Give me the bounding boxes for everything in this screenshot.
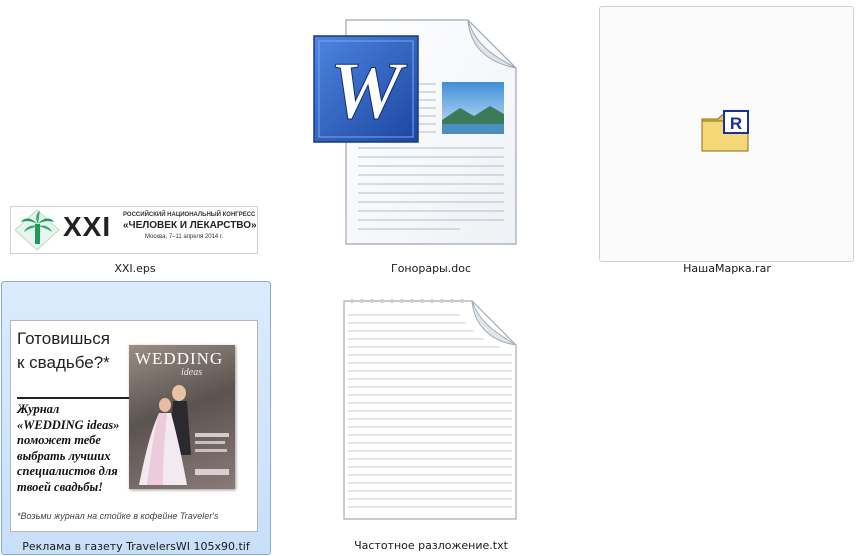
text-document-icon	[343, 299, 517, 520]
file-item-xxi-eps[interactable]: XXI РОССИЙСКИЙ НАЦИОНАЛЬНЫЙ КОНГРЕСС «ЧЕ…	[2, 0, 268, 280]
ad-body-text: Журнал «WEDDING ideas» поможет тебе выбр…	[17, 397, 135, 495]
ad-body-line: выбрать лучших	[17, 448, 111, 463]
ad-body-line: «WEDDING ideas»	[17, 417, 120, 432]
tif-thumbnail: Готовишься к свадьбе?* Журнал «WEDDING i…	[10, 320, 258, 532]
ad-body-line: специалистов для	[17, 464, 118, 478]
svg-text:W: W	[330, 45, 408, 136]
wedding-couple-image	[139, 385, 229, 485]
ad-body-line: поможет тебе	[17, 433, 101, 447]
eps-line-2: «ЧЕЛОВЕК И ЛЕКАРСТВО»	[123, 220, 257, 231]
eps-line-3: Москва, 7–11 апреля 2014 г.	[145, 234, 224, 240]
file-name: Частотное разложение.txt	[354, 539, 508, 552]
svg-text:R: R	[730, 114, 742, 133]
file-name: Реклама в газету TravelersWI 105x90.tif	[22, 540, 250, 553]
eps-line-1: РОССИЙСКИЙ НАЦИОНАЛЬНЫЙ КОНГРЕСС	[123, 212, 256, 218]
eps-thumbnail: XXI РОССИЙСКИЙ НАЦИОНАЛЬНЫЙ КОНГРЕСС «ЧЕ…	[10, 206, 258, 254]
file-name: Гонорары.doc	[390, 262, 471, 275]
magazine-cover: WEDDING ideas	[129, 345, 235, 489]
ad-body-line: Журнал	[17, 402, 60, 416]
rar-thumbnail-frame: R	[599, 6, 854, 262]
file-name: НашаМарка.rar	[683, 262, 771, 275]
file-item-chastotnoe-txt[interactable]: Частотное разложение.txt	[298, 281, 564, 555]
ad-body-line: твоей свадьбы!	[17, 479, 104, 494]
file-item-nashamarka-rar[interactable]: R НашаМарка.rar	[594, 0, 860, 280]
file-item-reklama-tif[interactable]: Готовишься к свадьбе?* Журнал «WEDDING i…	[1, 281, 271, 555]
file-item-gonorary-doc[interactable]: W Гонорары.doc	[298, 0, 564, 280]
eps-big-text: XXI	[63, 211, 112, 242]
ad-footnote: *Возьми журнал на стойке в кофейне Trave…	[17, 511, 219, 521]
winrar-archive-icon: R	[701, 110, 749, 152]
ad-headline-2: к свадьбе?*	[17, 353, 110, 372]
file-name: XXI.eps	[114, 262, 156, 275]
palm-logo-icon	[14, 209, 60, 251]
word-document-icon: W	[313, 19, 517, 245]
ad-headline-1: Готовишься	[17, 329, 110, 348]
